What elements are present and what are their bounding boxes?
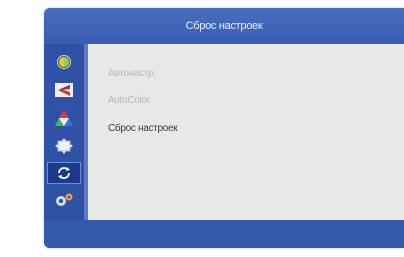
- menu-item-auto-adjust: Автонастр.: [108, 68, 156, 79]
- sidebar-item-color[interactable]: [50, 108, 78, 128]
- osd-title: Сброс настроек: [185, 20, 263, 32]
- image-adjust-icon: [55, 83, 73, 97]
- sidebar-item-image[interactable]: [50, 80, 78, 100]
- osd-footer: [44, 220, 404, 248]
- reset-icon: [58, 167, 70, 179]
- osd-content-panel: Автонастр. AutoColor Сброс настроек: [84, 44, 404, 220]
- osd-header: Сброс настроек: [44, 8, 404, 44]
- brightness-icon: [57, 55, 71, 69]
- monitor-osd: Сброс настроек Автонастр. AutoColor Сбро…: [44, 8, 404, 248]
- sidebar-item-position[interactable]: [50, 136, 78, 156]
- settings-icon: [56, 193, 73, 206]
- sidebar-item-brightness[interactable]: [50, 52, 78, 72]
- sidebar-item-reset[interactable]: [47, 162, 81, 184]
- sidebar-item-settings[interactable]: [50, 190, 78, 210]
- position-icon: [55, 138, 73, 154]
- color-icon: [55, 110, 73, 126]
- menu-item-autocolor: AutoColor: [108, 95, 150, 106]
- osd-sidebar: [44, 44, 84, 220]
- menu-item-reset[interactable]: Сброс настроек: [108, 123, 178, 134]
